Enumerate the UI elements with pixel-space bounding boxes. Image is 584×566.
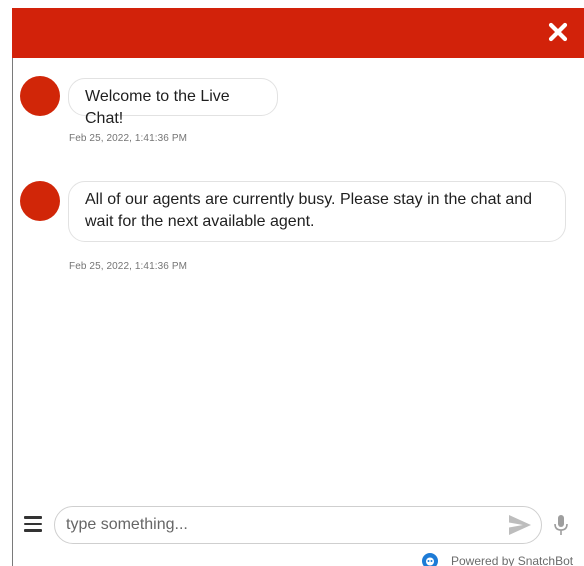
message-timestamp: Feb 25, 2022, 1:41:36 PM	[69, 261, 188, 272]
message-text: Welcome to the Live Chat!	[85, 88, 230, 127]
microphone-icon	[554, 515, 568, 535]
hamburger-menu-icon	[24, 516, 42, 519]
widget-left-border	[12, 8, 13, 566]
menu-button[interactable]	[24, 516, 44, 533]
chat-widget: Welcome to the Live Chat! Feb 25, 2022, …	[0, 0, 584, 566]
hamburger-menu-icon-line	[24, 522, 42, 526]
snatchbot-logo-icon	[422, 553, 438, 566]
microphone-button[interactable]	[553, 514, 569, 536]
message-bubble: Welcome to the Live Chat!	[68, 78, 278, 127]
send-button[interactable]	[508, 514, 532, 536]
powered-by-text: Powered by SnatchBot	[451, 554, 574, 566]
chat-header	[12, 8, 584, 58]
agent-avatar	[20, 76, 60, 116]
message-bubble: All of our agents are currently busy. Pl…	[68, 181, 566, 242]
hamburger-menu-icon-line	[24, 529, 42, 532]
close-button[interactable]	[546, 20, 570, 44]
send-icon	[509, 515, 531, 535]
message-composer	[12, 505, 584, 545]
message-timestamp: Feb 25, 2022, 1:41:36 PM	[69, 133, 188, 144]
close-icon	[548, 22, 568, 42]
message-text: All of our agents are currently busy. Pl…	[85, 191, 533, 230]
powered-by[interactable]: Powered by SnatchBot	[422, 553, 573, 566]
agent-avatar	[20, 181, 60, 221]
message-input[interactable]	[54, 506, 542, 544]
